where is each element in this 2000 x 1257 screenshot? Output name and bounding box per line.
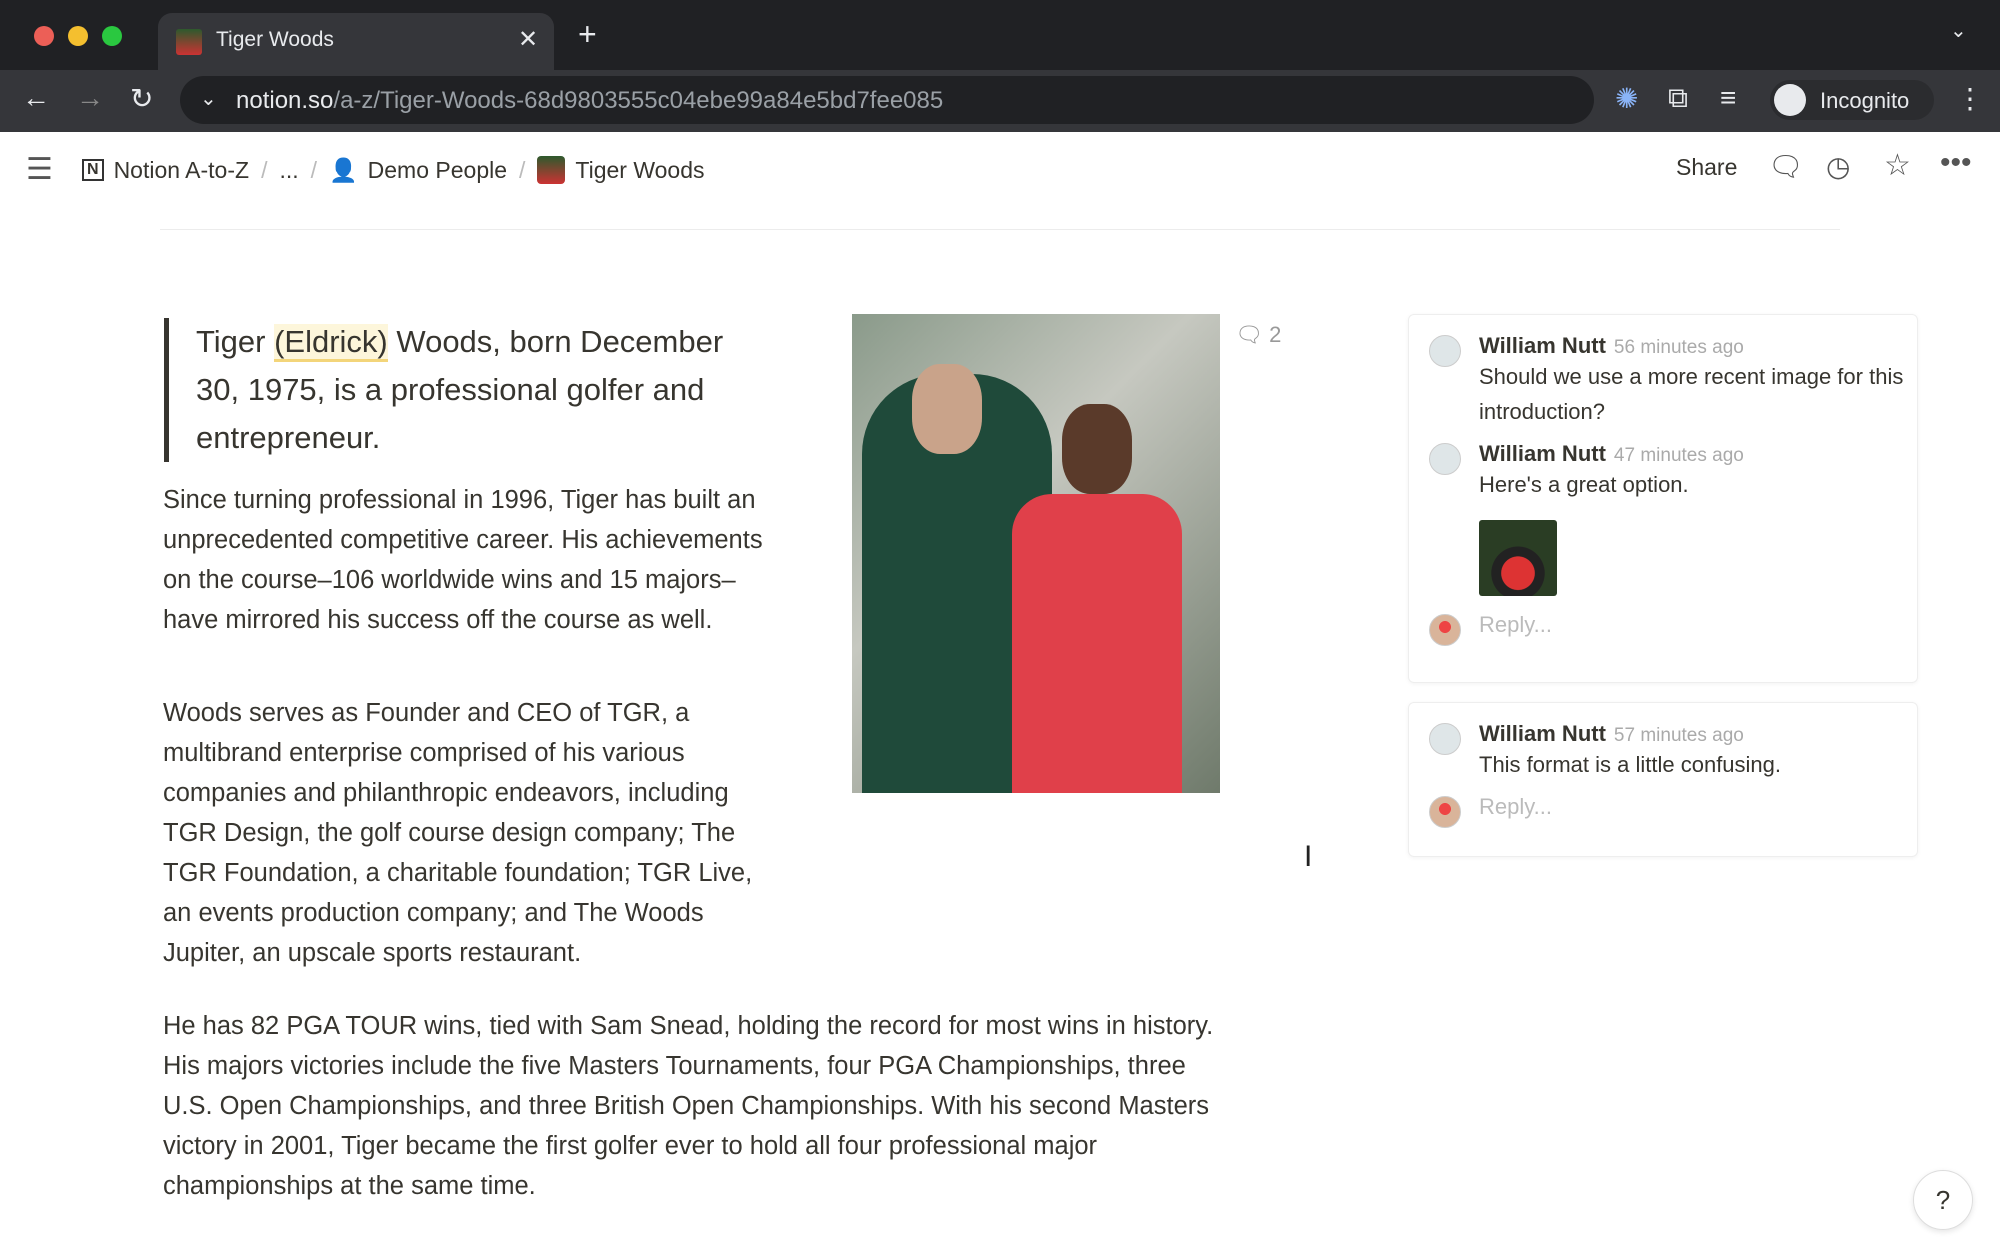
comment-author: William Nutt xyxy=(1479,441,1606,466)
breadcrumb: NNotion A-to-Z / ... / 👤Demo People / Ti… xyxy=(82,156,705,184)
breadcrumb-label: Notion A-to-Z xyxy=(114,157,250,184)
comment-count: 2 xyxy=(1269,322,1281,347)
profile-label: Incognito xyxy=(1820,88,1909,114)
comment-bubble-icon: 🗨 xyxy=(1235,322,1263,347)
tab-favicon-icon xyxy=(176,29,202,55)
url-host: notion.so xyxy=(236,87,333,114)
reply-input[interactable]: Reply... xyxy=(1409,794,1917,820)
people-icon: 👤 xyxy=(329,157,358,184)
reply-placeholder: Reply... xyxy=(1479,794,1552,819)
browser-tab[interactable]: Tiger Woods ✕ xyxy=(158,13,554,70)
address-bar[interactable]: ⌄ notion.so/a-z/Tiger-Woods-68d9803555c0… xyxy=(180,76,1594,124)
page-icon xyxy=(537,156,565,184)
share-button[interactable]: Share xyxy=(1676,154,1737,181)
breadcrumb-notion-a-to-z[interactable]: N Notion A-to-Z xyxy=(82,157,249,184)
quote-text: Tiger xyxy=(196,324,274,359)
comment-text: This format is a little confusing. xyxy=(1479,747,1917,782)
tab-title: Tiger Woods xyxy=(216,28,334,52)
minimize-window-button[interactable] xyxy=(68,26,88,46)
masters-jacket-image[interactable] xyxy=(852,314,1220,793)
header-divider xyxy=(160,229,1840,230)
incognito-profile-button[interactable]: Incognito xyxy=(1770,80,1934,120)
tab-search-chevron-icon[interactable]: ⌄ xyxy=(1950,18,1967,43)
sidebar-menu-icon[interactable]: ☰ xyxy=(26,152,53,187)
reply-placeholder: Reply... xyxy=(1479,612,1552,637)
back-icon[interactable]: ← xyxy=(22,82,50,114)
comment-time: 47 minutes ago xyxy=(1614,445,1744,466)
help-button[interactable]: ? xyxy=(1913,1170,1973,1230)
comment-author: William Nutt xyxy=(1479,721,1606,746)
breadcrumb-label: Demo People xyxy=(368,157,507,184)
site-info-chevron-icon[interactable]: ⌄ xyxy=(200,86,217,111)
paragraph-records[interactable]: He has 82 PGA TOUR wins, tied with Sam S… xyxy=(163,1006,1223,1206)
more-options-icon[interactable]: ••• xyxy=(1940,146,1972,180)
comment-count-button[interactable]: 🗨 2 xyxy=(1235,322,1281,348)
close-window-button[interactable] xyxy=(34,26,54,46)
extensions-puzzle-icon[interactable]: ⧉ xyxy=(1668,82,1688,115)
browser-tab-bar: Tiger Woods ✕ + ⌄ xyxy=(0,0,2000,70)
reload-icon[interactable]: ↻ xyxy=(130,82,153,115)
avatar xyxy=(1429,335,1461,367)
close-tab-icon[interactable]: ✕ xyxy=(518,25,538,54)
breadcrumb-demo-people[interactable]: 👤 Demo People xyxy=(329,157,507,184)
text-cursor-icon: I xyxy=(1304,840,1312,874)
browser-menu-icon[interactable]: ⋮ xyxy=(1956,82,1984,115)
paragraph-business[interactable]: Woods serves as Founder and CEO of TGR, … xyxy=(163,693,783,973)
comment-text: Should we use a more recent image for th… xyxy=(1479,359,1917,429)
comment-text: Here's a great option. xyxy=(1479,467,1917,502)
breadcrumb-tiger-woods[interactable]: Tiger Woods xyxy=(537,156,704,184)
reading-list-icon[interactable]: ≡ xyxy=(1720,82,1736,114)
comment-time: 57 minutes ago xyxy=(1614,725,1744,746)
new-tab-icon[interactable]: + xyxy=(578,16,597,53)
maximize-window-button[interactable] xyxy=(102,26,122,46)
comment: William Nutt 47 minutes ago Here's a grea… xyxy=(1409,441,1917,596)
comments-icon[interactable]: 🗨 xyxy=(1768,150,1804,183)
paragraph-career[interactable]: Since turning professional in 1996, Tige… xyxy=(163,480,783,640)
avatar xyxy=(1429,443,1461,475)
extension-icon[interactable]: ✺ xyxy=(1615,82,1638,115)
forward-icon[interactable]: → xyxy=(76,82,104,114)
comment-time: 56 minutes ago xyxy=(1614,337,1744,358)
comment-thread: William Nutt 56 minutes ago Should we use… xyxy=(1408,314,1918,683)
history-clock-icon[interactable]: ◷ xyxy=(1826,150,1850,183)
current-user-avatar xyxy=(1429,796,1461,828)
breadcrumb-label: Tiger Woods xyxy=(575,157,704,184)
incognito-icon xyxy=(1774,84,1806,116)
current-user-avatar xyxy=(1429,614,1461,646)
avatar xyxy=(1429,723,1461,755)
quote-block[interactable]: Tiger (Eldrick) Woods, born December 30,… xyxy=(164,318,764,462)
breadcrumb-ellipsis[interactable]: ... xyxy=(279,157,298,184)
comment: William Nutt 56 minutes ago Should we use… xyxy=(1409,333,1917,429)
reply-input[interactable]: Reply... xyxy=(1409,612,1917,638)
commented-highlight[interactable]: (Eldrick) xyxy=(274,324,388,362)
comment: William Nutt 57 minutes ago This format i… xyxy=(1409,721,1917,782)
url-path: /a-z/Tiger-Woods-68d9803555c04ebe99a84e5… xyxy=(333,87,943,114)
notion-topbar: ☰ NNotion A-to-Z / ... / 👤Demo People / … xyxy=(0,132,2000,207)
comment-author: William Nutt xyxy=(1479,333,1606,358)
comment-thread: William Nutt 57 minutes ago This format i… xyxy=(1408,702,1918,857)
attached-image[interactable] xyxy=(1479,520,1557,596)
favorite-star-icon[interactable]: ☆ xyxy=(1884,148,1911,183)
notion-logo-icon: N xyxy=(82,159,104,181)
